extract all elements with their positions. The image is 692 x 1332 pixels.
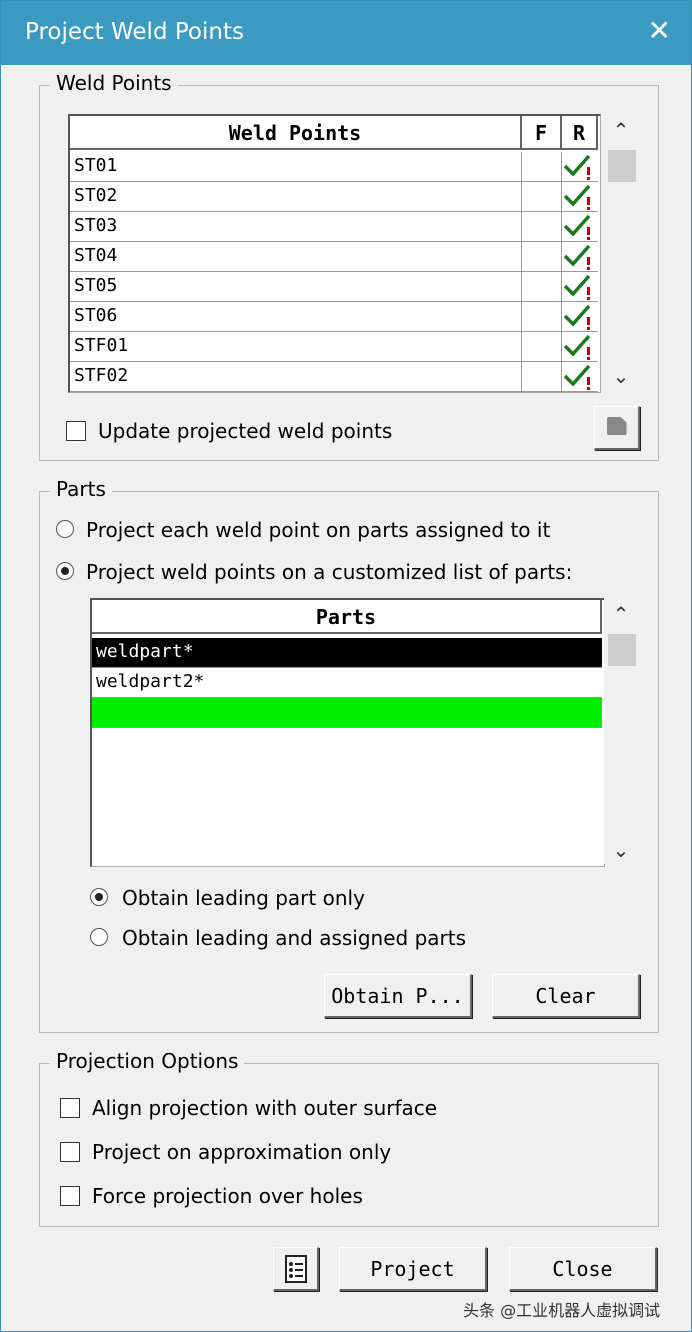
shape-icon (606, 417, 627, 435)
scroll-down-icon[interactable]: ⌄ (604, 838, 638, 862)
radio-each-weld-point-label: Project each weld point on parts assigne… (86, 518, 551, 542)
scroll-thumb[interactable] (608, 150, 636, 182)
close-button[interactable]: Close (509, 1247, 657, 1291)
force-over-holes-label: Force projection over holes (92, 1184, 363, 1208)
radio-customized-list-label: Project weld points on a customized list… (86, 560, 573, 584)
align-outer-surface-checkbox[interactable] (60, 1098, 80, 1118)
check-warning-icon (563, 244, 591, 270)
radio-leading-and-assigned[interactable] (90, 928, 108, 946)
table-row[interactable]: ST03 (70, 212, 598, 242)
approximation-only-checkbox[interactable] (60, 1142, 80, 1162)
table-row[interactable]: ST02 (70, 182, 598, 212)
list-icon (284, 1255, 307, 1283)
close-icon[interactable]: ✕ (648, 14, 671, 47)
f-cell (522, 362, 562, 392)
r-cell (562, 212, 598, 242)
check-warning-icon (563, 304, 591, 330)
weld-point-name: ST04 (70, 242, 522, 272)
radio-leading-and-assigned-label: Obtain leading and assigned parts (122, 926, 467, 950)
check-warning-icon (563, 364, 591, 390)
weld-point-name: ST03 (70, 212, 522, 242)
weld-points-legend: Weld Points (50, 71, 178, 95)
parts-legend: Parts (50, 477, 112, 501)
r-cell (562, 152, 598, 182)
f-cell (522, 332, 562, 362)
parts-scrollbar[interactable]: ⌃ ⌄ (604, 598, 638, 864)
radio-leading-part-only[interactable] (90, 888, 108, 906)
force-over-holes-checkbox[interactable] (60, 1186, 80, 1206)
clear-button[interactable]: Clear (492, 974, 640, 1018)
radio-each-weld-point[interactable] (56, 520, 74, 538)
options-list-button[interactable] (273, 1247, 319, 1291)
f-cell (522, 302, 562, 332)
check-warning-icon (563, 274, 591, 300)
weld-point-name: ST02 (70, 182, 522, 212)
radio-customized-list[interactable] (56, 562, 74, 580)
weld-point-name: ST01 (70, 152, 522, 182)
list-item[interactable]: weldpart* (92, 638, 602, 668)
align-outer-surface-label: Align projection with outer surface (92, 1096, 438, 1120)
check-warning-icon (563, 214, 591, 240)
f-cell (522, 182, 562, 212)
r-cell (562, 242, 598, 272)
weld-points-scrollbar[interactable]: ⌃ ⌄ (604, 114, 638, 390)
weld-points-group: Weld Points Weld Points F R ST01 ST02 ST03… (39, 71, 659, 461)
scroll-up-icon[interactable]: ⌃ (604, 602, 638, 626)
title-bar: Project Weld Points ✕ (1, 1, 691, 65)
list-item[interactable]: weldpart2* (92, 668, 602, 698)
r-cell (562, 362, 598, 392)
weld-points-table[interactable]: Weld Points F R ST01 ST02 ST03 ST04 ST05 ST06… (68, 114, 601, 393)
column-header-r[interactable]: R (562, 116, 598, 150)
new-list-item[interactable] (92, 698, 602, 728)
projection-options-legend: Projection Options (50, 1049, 245, 1073)
table-row[interactable]: STF02 (70, 362, 598, 392)
weld-point-name: STF02 (70, 362, 522, 392)
scroll-thumb[interactable] (608, 634, 636, 666)
approximation-only-label: Project on approximation only (92, 1140, 392, 1164)
table-row[interactable]: ST04 (70, 242, 598, 272)
radio-leading-part-only-label: Obtain leading part only (122, 886, 365, 910)
check-warning-icon (563, 154, 591, 180)
dialog-window: Project Weld Points ✕ Weld Points Weld P… (0, 0, 692, 1332)
r-cell (562, 302, 598, 332)
check-warning-icon (563, 184, 591, 210)
weld-point-name: ST06 (70, 302, 522, 332)
update-projected-checkbox[interactable] (66, 421, 86, 441)
projection-options-group: Projection Options Align projection with… (39, 1049, 659, 1227)
check-warning-icon (563, 334, 591, 360)
window-title: Project Weld Points (25, 19, 244, 45)
parts-group: Parts Project each weld point on parts a… (39, 477, 659, 1033)
f-cell (522, 152, 562, 182)
weld-point-name: ST05 (70, 272, 522, 302)
watermark: 头条 @工业机器人虚拟调试 (463, 1301, 661, 1320)
weld-point-name: STF01 (70, 332, 522, 362)
f-cell (522, 212, 562, 242)
scroll-up-icon[interactable]: ⌃ (604, 118, 638, 142)
list-item-label: weldpart2* (96, 671, 205, 692)
table-row[interactable]: ST06 (70, 302, 598, 332)
column-header-parts[interactable]: Parts (92, 600, 602, 634)
table-row[interactable]: STF01 (70, 332, 598, 362)
f-cell (522, 242, 562, 272)
scroll-down-icon[interactable]: ⌄ (604, 364, 638, 388)
project-button[interactable]: Project (339, 1247, 487, 1291)
parts-list[interactable]: Parts weldpart* weldpart2* (90, 598, 605, 867)
column-header-f[interactable]: F (522, 116, 562, 150)
r-cell (562, 182, 598, 212)
f-cell (522, 272, 562, 302)
update-projected-label: Update projected weld points (98, 419, 393, 443)
shape-button[interactable] (594, 406, 640, 450)
list-item-label: weldpart* (96, 641, 194, 662)
r-cell (562, 332, 598, 362)
table-row[interactable]: ST05 (70, 272, 598, 302)
column-header-weld-points[interactable]: Weld Points (70, 116, 522, 150)
obtain-parts-button[interactable]: Obtain P... (324, 974, 472, 1018)
r-cell (562, 272, 598, 302)
table-row[interactable]: ST01 (70, 152, 598, 182)
